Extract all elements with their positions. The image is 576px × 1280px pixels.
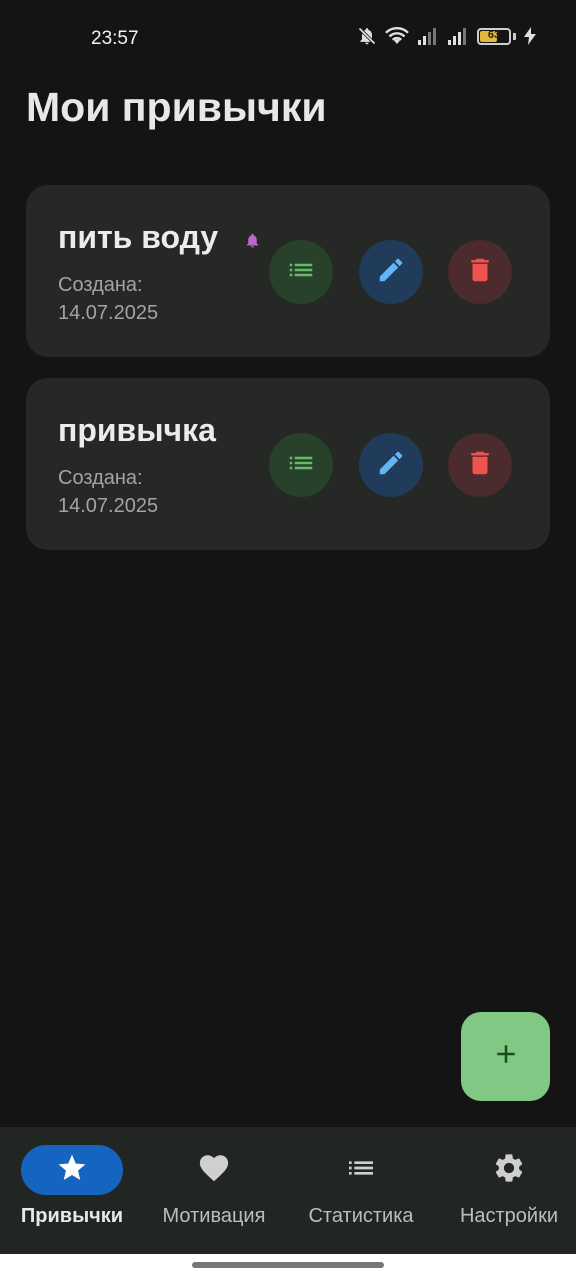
signal-icon (447, 27, 469, 45)
habit-created: Создана: 14.07.2025 (58, 271, 158, 327)
status-time: 23:57 (91, 28, 139, 49)
habit-details-button[interactable] (269, 433, 333, 497)
created-date: 14.07.2025 (58, 495, 159, 517)
nav-item-motivation[interactable]: Мотивация (142, 1127, 286, 1254)
nav-label: Мотивация (162, 1205, 266, 1227)
gear-icon (492, 1151, 526, 1190)
nav-item-statistics[interactable]: Статистика (289, 1127, 433, 1254)
pencil-icon (376, 255, 406, 290)
plus-icon (491, 1039, 521, 1074)
nav-active-indicator (21, 1145, 123, 1195)
pencil-icon (376, 448, 406, 483)
home-indicator[interactable] (192, 1262, 384, 1268)
created-label: Создана: (58, 274, 143, 296)
habit-name: привычка (58, 412, 216, 448)
trash-icon (465, 255, 495, 290)
habit-card[interactable]: привычка Создана: 14.07.2025 (26, 378, 550, 550)
nav-label: Привычки (20, 1205, 124, 1227)
trash-icon (465, 448, 495, 483)
nav-item-habits[interactable]: Привычки (0, 1127, 144, 1254)
nav-icon-wrap (310, 1145, 412, 1195)
status-icons: 63 (357, 26, 536, 46)
star-icon (56, 1152, 88, 1189)
battery-level: 63 (487, 28, 501, 41)
habit-delete-button[interactable] (448, 433, 512, 497)
habit-name: пить воду (58, 219, 219, 255)
add-habit-button[interactable] (461, 1012, 550, 1101)
bottom-nav: Привычки Мотивация Статистика Настройки (0, 1127, 576, 1254)
habit-details-button[interactable] (269, 240, 333, 304)
reminder-bell-icon (244, 231, 261, 255)
bell-off-icon (357, 26, 377, 46)
habit-edit-button[interactable] (359, 433, 423, 497)
charging-icon (524, 27, 536, 45)
wifi-icon (385, 26, 409, 46)
page-title: Мои привычки (26, 84, 327, 130)
habit-delete-button[interactable] (448, 240, 512, 304)
nav-item-settings[interactable]: Настройки (437, 1127, 576, 1254)
battery-tip (513, 32, 516, 40)
nav-label: Настройки (459, 1205, 559, 1227)
created-date: 14.07.2025 (58, 302, 159, 324)
list-icon (286, 255, 316, 290)
list-icon (286, 448, 316, 483)
nav-icon-wrap (458, 1145, 560, 1195)
heart-icon (197, 1151, 231, 1190)
signal-icon (417, 27, 439, 45)
list-icon (345, 1152, 377, 1189)
status-bar: 23:57 63 (0, 0, 576, 78)
habit-edit-button[interactable] (359, 240, 423, 304)
gesture-bar-area (0, 1254, 576, 1280)
nav-label: Статистика (308, 1205, 414, 1227)
habit-card[interactable]: пить воду Создана: 14.07.2025 (26, 185, 550, 357)
battery-icon: 63 (477, 27, 511, 45)
nav-icon-wrap (163, 1145, 265, 1195)
created-label: Создана: (58, 467, 143, 489)
habit-created: Создана: 14.07.2025 (58, 464, 158, 520)
